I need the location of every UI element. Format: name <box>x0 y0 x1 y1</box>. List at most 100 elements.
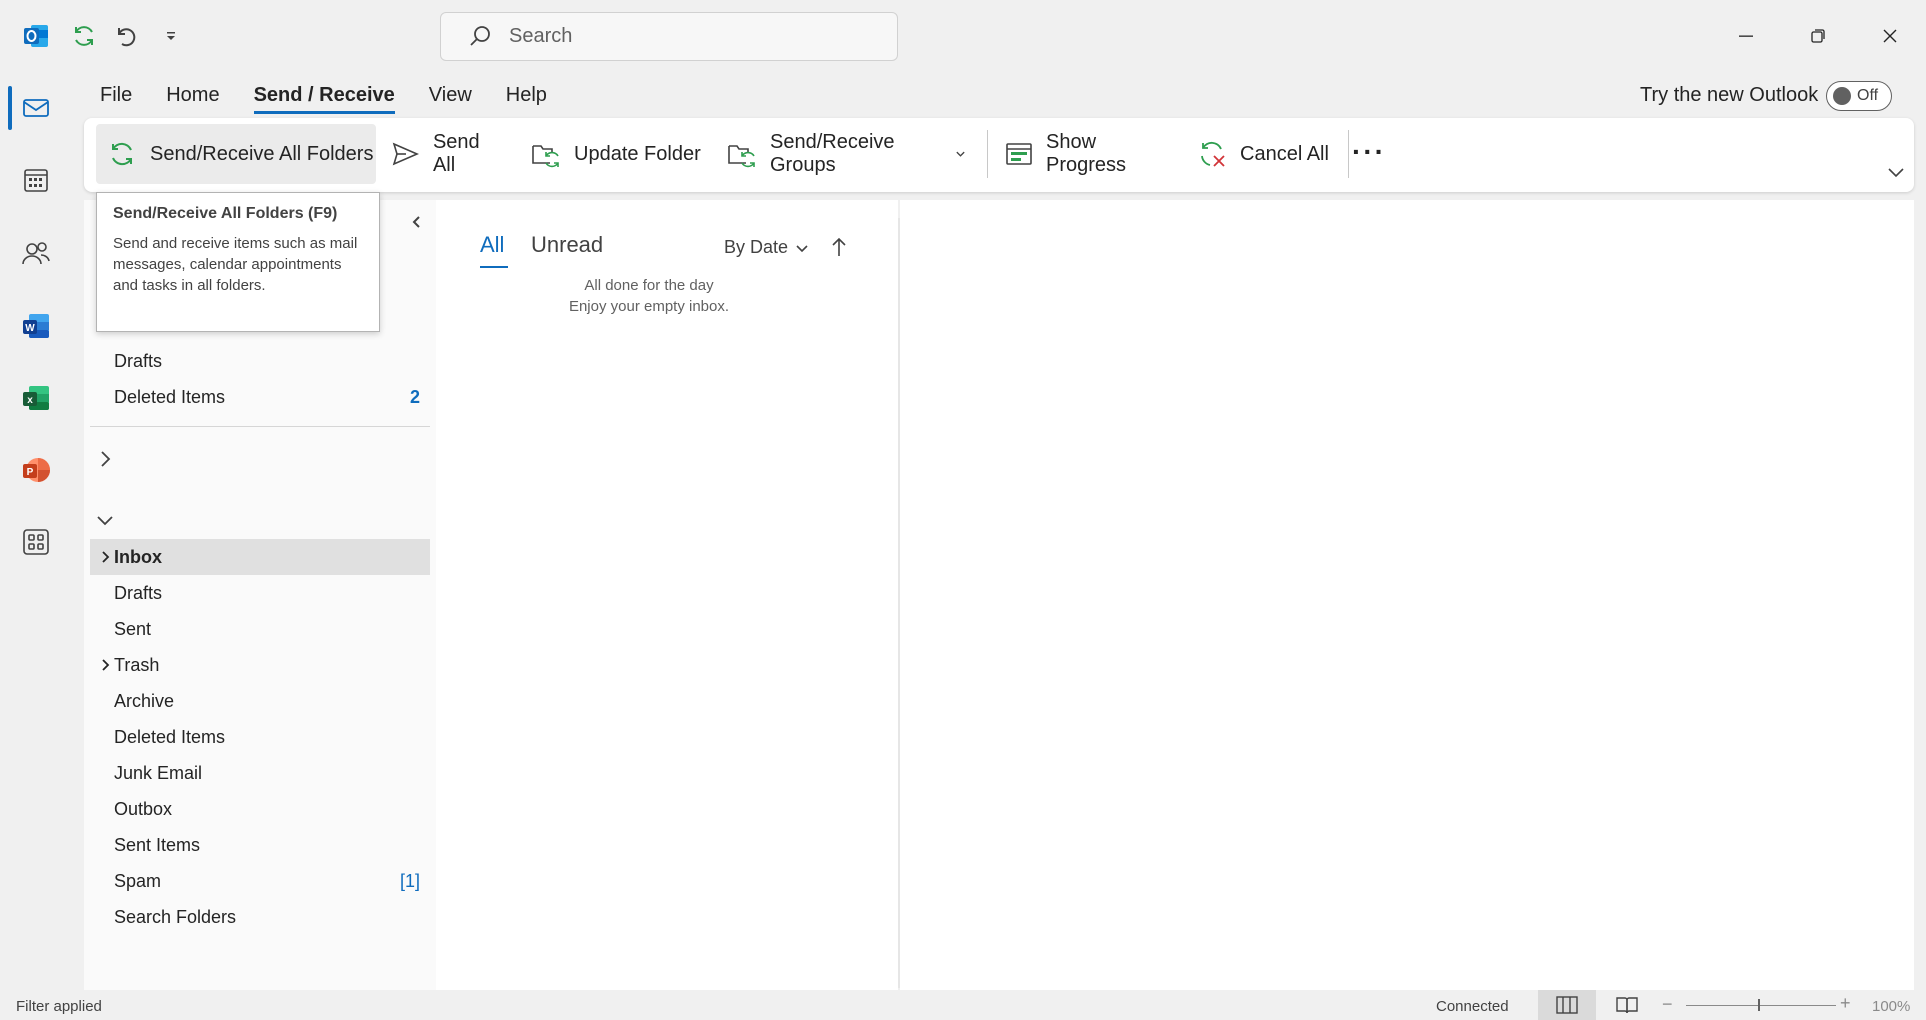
folder-item[interactable]: Deleted Items <box>90 719 430 755</box>
show-progress-label: Show Progress <box>1046 131 1127 176</box>
folder-item[interactable]: Spam [1] <box>90 863 430 899</box>
toggle-knob <box>1833 87 1851 105</box>
excel-icon: x <box>23 386 49 410</box>
message-list <box>436 200 898 990</box>
toggle-state-label: Off <box>1857 87 1879 104</box>
collapse-folder-pane-icon[interactable] <box>406 212 426 232</box>
folder-name: Inbox <box>114 546 162 567</box>
mail-icon <box>23 99 49 117</box>
undo-icon[interactable] <box>110 20 142 52</box>
folder-item-inbox[interactable]: Inbox <box>90 539 430 575</box>
try-new-outlook-toggle[interactable]: Off <box>1826 81 1892 111</box>
title-bar <box>0 0 1926 74</box>
ribbon: Send/Receive All Folders Send All Update… <box>84 118 1914 192</box>
ribbon-divider <box>1348 130 1349 178</box>
outlook-icon <box>20 20 52 52</box>
send-receive-groups-button[interactable]: Send/Receive Groups <box>726 124 966 184</box>
restore-button[interactable] <box>1798 18 1838 54</box>
folder-item[interactable]: Deleted Items 2 <box>90 379 430 415</box>
folder-item[interactable]: Sent Items <box>90 827 430 863</box>
cancel-all-label: Cancel All <box>1240 142 1329 165</box>
folder-divider <box>90 426 430 427</box>
zoom-out-button[interactable]: − <box>1662 994 1673 1015</box>
tab-home[interactable]: Home <box>166 82 219 114</box>
powerpoint-icon: P <box>23 458 50 482</box>
unread-count: 2 <box>409 386 420 407</box>
outlook-window: W x P File Home Send / Receive V <box>0 0 1926 1020</box>
excel-rail-button[interactable]: x <box>16 378 56 418</box>
folder-item[interactable]: Drafts <box>90 343 430 379</box>
calendar-icon <box>24 169 48 192</box>
rail-active-indicator <box>8 86 12 130</box>
tab-file[interactable]: File <box>100 82 132 114</box>
powerpoint-rail-button[interactable]: P <box>16 450 56 490</box>
sync-icon[interactable] <box>68 20 100 52</box>
folder-item[interactable]: Sent <box>90 611 430 647</box>
update-folder-button[interactable]: Update Folder <box>530 124 710 184</box>
word-icon: W <box>23 314 49 338</box>
chevron-right-icon[interactable] <box>98 658 112 672</box>
close-button[interactable] <box>1870 18 1910 54</box>
folder-item[interactable]: Search Folders <box>90 899 430 935</box>
filter-tab-unread[interactable]: Unread <box>531 232 603 258</box>
chevron-right-icon[interactable] <box>98 550 112 564</box>
zoom-slider[interactable] <box>1686 1005 1836 1006</box>
folder-item[interactable]: Outbox <box>90 791 430 827</box>
update-folder-label: Update Folder <box>574 142 701 165</box>
chevron-down-icon <box>956 151 965 157</box>
zoom-level[interactable]: 100% <box>1872 998 1910 1015</box>
send-all-label: Send All <box>432 131 480 176</box>
send-receive-all-label: Send/Receive All Folders <box>150 142 374 165</box>
send-all-button[interactable]: Send All <box>390 124 504 184</box>
send-receive-icon <box>106 138 138 170</box>
people-icon <box>22 242 50 265</box>
normal-view-icon <box>1556 996 1578 1014</box>
tab-view[interactable]: View <box>429 82 472 114</box>
cancel-all-button[interactable]: Cancel All <box>1196 124 1332 184</box>
normal-view-button[interactable] <box>1538 990 1596 1020</box>
folder-name: Outbox <box>114 798 173 819</box>
tooltip-title: Send/Receive All Folders (F9) <box>113 205 338 222</box>
status-bar: Filter applied Connected − + 100% <box>0 990 1926 1020</box>
folder-name: Archive <box>114 690 175 711</box>
more-options-button[interactable]: ··· <box>1352 136 1386 168</box>
sort-direction-icon[interactable] <box>828 235 850 259</box>
zoom-slider-thumb[interactable] <box>1758 999 1760 1011</box>
menu-tabs: File Home Send / Receive View Help <box>100 82 581 114</box>
filter-status: Filter applied <box>16 998 102 1015</box>
folder-item[interactable]: Junk Email <box>90 755 430 791</box>
send-receive-all-button[interactable]: Send/Receive All Folders <box>96 124 376 184</box>
folder-item[interactable]: Drafts <box>90 575 430 611</box>
chevron-right-icon[interactable] <box>94 448 116 470</box>
folder-name: Drafts <box>114 582 163 603</box>
reading-pane <box>900 200 1914 990</box>
chevron-down-icon <box>796 244 808 252</box>
search-input[interactable] <box>509 25 869 48</box>
apps-rail-button[interactable] <box>16 522 56 562</box>
chevron-down-icon[interactable] <box>94 509 116 531</box>
empty-inbox-title: All done for the day <box>584 277 714 294</box>
tab-send-receive[interactable]: Send / Receive <box>253 82 395 114</box>
zoom-in-button[interactable]: + <box>1840 993 1851 1014</box>
send-icon <box>390 138 421 170</box>
folder-name: Deleted Items <box>114 386 226 407</box>
word-rail-button[interactable]: W <box>16 306 56 346</box>
folder-name: Spam <box>114 870 162 891</box>
ribbon-expand-chevron-icon[interactable] <box>1884 160 1908 184</box>
svg-text:W: W <box>25 323 35 334</box>
folder-item[interactable]: Archive <box>90 683 430 719</box>
reading-view-button[interactable] <box>1598 990 1656 1020</box>
svg-text:x: x <box>27 395 33 406</box>
folder-item[interactable]: Trash <box>90 647 430 683</box>
minimize-button[interactable] <box>1726 18 1766 54</box>
send-receive-tooltip: Send/Receive All Folders (F9) Send and r… <box>96 192 380 332</box>
customize-qat-icon[interactable] <box>155 20 187 52</box>
show-progress-button[interactable]: Show Progress <box>1004 124 1170 184</box>
sort-by-date-button[interactable]: By Date <box>724 237 810 258</box>
search-box[interactable] <box>440 12 898 61</box>
filter-tab-all[interactable]: All <box>480 232 504 258</box>
calendar-rail-button[interactable] <box>16 160 56 200</box>
people-rail-button[interactable] <box>16 233 56 273</box>
mail-rail-button[interactable] <box>16 88 56 128</box>
tab-help[interactable]: Help <box>506 82 547 114</box>
